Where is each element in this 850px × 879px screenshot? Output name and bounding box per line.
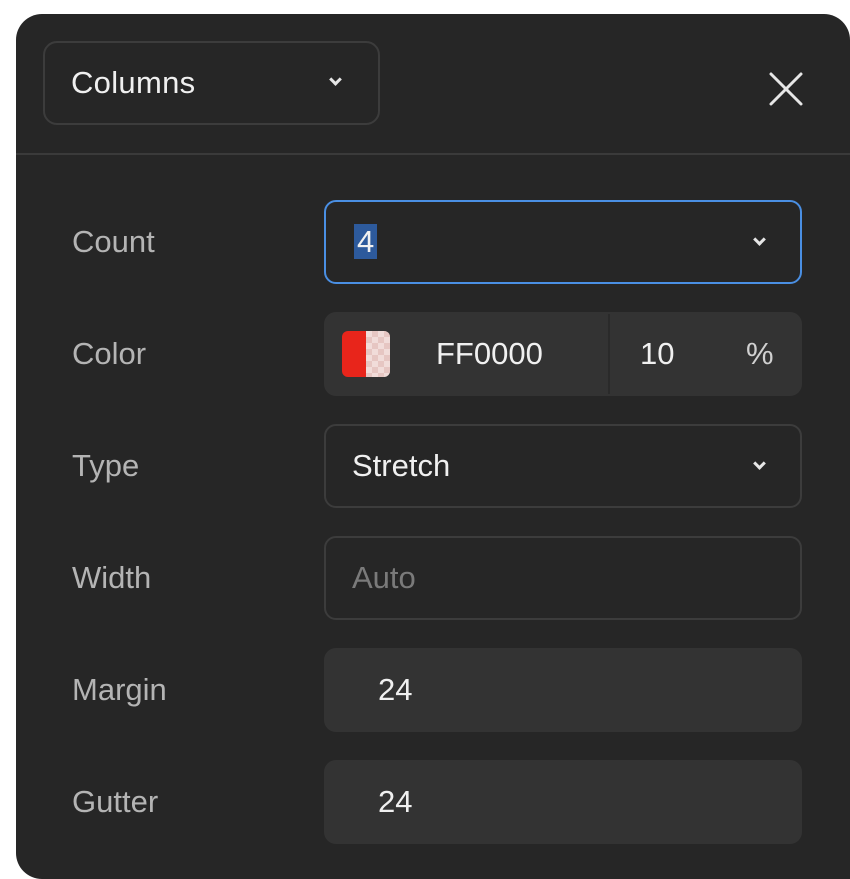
width-input[interactable]: Auto <box>324 536 802 620</box>
color-label: Color <box>72 336 147 371</box>
width-label: Width <box>72 560 152 595</box>
chevron-down-icon <box>753 233 766 246</box>
count-label: Count <box>72 224 155 259</box>
close-button[interactable] <box>768 71 804 107</box>
type-value: Stretch <box>352 448 451 483</box>
color-row: Color FF0000 10 % <box>16 312 850 396</box>
gutter-value: 24 <box>378 784 413 819</box>
chevron-down-icon <box>753 457 766 470</box>
count-row: Count 4 <box>16 200 850 284</box>
margin-input[interactable]: 24 <box>324 648 802 732</box>
type-label: Type <box>72 448 140 483</box>
color-field: FF0000 10 % <box>324 312 802 396</box>
margin-label: Margin <box>72 672 167 707</box>
margin-row: Margin 24 <box>16 648 850 732</box>
gutter-row: Gutter 24 <box>16 760 850 844</box>
width-row: Width Auto <box>16 536 850 620</box>
gutter-input[interactable]: 24 <box>324 760 802 844</box>
close-icon <box>769 72 803 106</box>
width-placeholder: Auto <box>352 560 416 595</box>
type-row: Type Stretch <box>16 424 850 508</box>
count-value: 4 <box>354 224 378 259</box>
margin-value: 24 <box>378 672 413 707</box>
opacity-input[interactable]: 10 <box>640 314 674 394</box>
divider <box>608 314 610 394</box>
opacity-unit: % <box>746 336 774 371</box>
count-dropdown[interactable]: 4 <box>324 200 802 284</box>
layout-type-dropdown[interactable]: Columns <box>43 41 380 125</box>
color-swatch[interactable] <box>342 331 390 377</box>
panel-header: Columns <box>16 14 850 155</box>
layout-type-label: Columns <box>71 65 196 100</box>
gutter-label: Gutter <box>72 784 159 819</box>
columns-grid-panel: Columns Count 4 Color FF0000 10 % Type S… <box>16 14 850 879</box>
color-hex-input[interactable]: FF0000 <box>436 314 543 394</box>
chevron-down-icon <box>329 73 342 86</box>
type-dropdown[interactable]: Stretch <box>324 424 802 508</box>
